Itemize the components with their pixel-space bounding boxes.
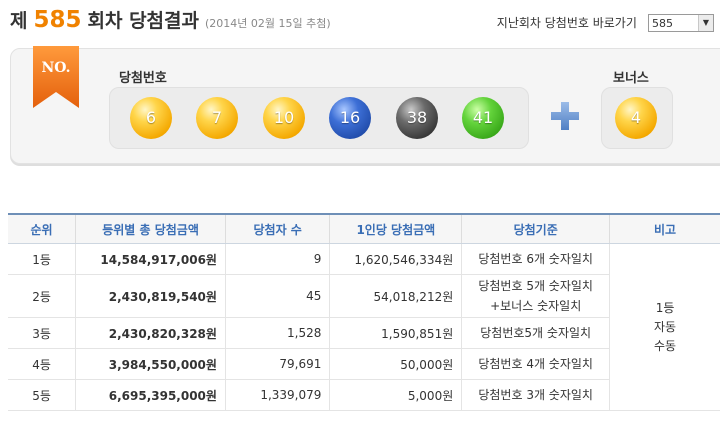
rank-cell: 2등 [8,274,76,318]
header-total: 등위별 총 당첨금액 [75,213,226,244]
criteria-cell: 당첨번호 6개 숫자일치 [461,243,610,275]
criteria-cell: 당첨번호 3개 숫자일치 [461,379,610,411]
round-jump-label: 지난회차 당첨번호 바로가기 [496,16,637,30]
rank-cell: 3등 [8,317,76,349]
table-row: 1등 14,584,917,006원 9 1,620,546,334원 당첨번호… [8,243,720,411]
bonus-label: 보너스 [613,71,649,86]
header-criteria: 당첨기준 [461,213,610,244]
winner-count-cell: 1,528 [224,317,330,349]
bonus-ball-box: 4 [601,87,673,149]
criteria-cell: 당첨번호 5개 숫자일치 +보너스 숫자일치 [461,274,610,318]
header-per-winner: 1인당 당첨금액 [329,213,462,244]
per-winner-cell: 50,000원 [329,348,462,380]
round-select-value: 585 [652,16,673,30]
winner-count-cell: 45 [224,274,330,318]
bookmark-ribbon-icon: NO. [33,46,79,108]
round-jump: 지난회차 당첨번호 바로가기 585 ▼ [497,12,714,32]
ball-3: 10 [263,97,305,139]
winner-count-cell: 1,339,079 [224,379,330,411]
note-line: 1등 [655,300,675,315]
ball-2: 7 [196,97,238,139]
ball-5: 38 [396,97,438,139]
ribbon-label: NO. [41,60,70,76]
draw-date: (2014년 02월 15일 추첨) [205,17,331,30]
per-winner-cell: 1,590,851원 [329,317,462,349]
criteria-cell: 당첨번호 4개 숫자일치 [461,348,610,380]
per-winner-cell: 5,000원 [329,379,462,411]
rank-cell: 4등 [8,348,76,380]
per-winner-cell: 1,620,546,334원 [329,243,462,275]
criteria-cell: 당첨번호5개 숫자일치 [461,317,610,349]
table-header-row: 순위 등위별 총 당첨금액 당첨자 수 1인당 당첨금액 당첨기준 비고 [8,213,720,244]
title-suffix: 회차 당첨결과 [87,10,200,32]
bonus-ball: 4 [615,97,657,139]
ball-4: 16 [329,97,371,139]
round-number: 585 [33,7,82,33]
winning-balls: 6 7 10 16 38 41 [109,87,529,149]
total-prize-cell: 6,695,395,000원 [75,379,226,411]
title-bar: 제 585 회차 당첨결과 (2014년 02월 15일 추첨) 지난회차 당첨번호 … [0,0,720,44]
per-winner-cell: 54,018,212원 [329,274,462,318]
chevron-down-icon[interactable]: ▼ [698,14,713,31]
rank-cell: 5등 [8,379,76,411]
total-prize-cell: 3,984,550,000원 [75,348,226,380]
prize-table: 순위 등위별 총 당첨금액 당첨자 수 1인당 당첨금액 당첨기준 비고 1등 … [8,213,720,411]
criteria-line: +보너스 숫자일치 [490,299,582,313]
winning-numbers-label: 당첨번호 [119,71,167,86]
total-prize-cell: 14,584,917,006원 [75,243,226,275]
total-prize-cell: 2,430,819,540원 [75,274,226,318]
criteria-line: 당첨번호 5개 숫자일치 [478,279,593,293]
ball-6: 41 [462,97,504,139]
page-title: 제 585 회차 당첨결과 (2014년 02월 15일 추첨) [10,6,331,33]
rank-cell: 1등 [8,243,76,275]
plus-icon [551,102,579,130]
winning-numbers-panel: NO. 당첨번호 보너스 6 7 10 16 38 41 4 [10,46,720,164]
total-prize-cell: 2,430,820,328원 [75,317,226,349]
header-rank: 순위 [8,213,76,244]
note-cell: 1등 자동 수동 [609,243,720,411]
winner-count-cell: 79,691 [224,348,330,380]
round-select[interactable]: 585 ▼ [648,13,714,32]
note-line: 자동 [653,319,677,334]
header-note: 비고 [609,213,720,244]
ball-1: 6 [130,97,172,139]
winner-count-cell: 9 [224,243,330,275]
note-line: 수동 [653,338,677,353]
title-prefix: 제 [10,10,28,32]
header-winners: 당첨자 수 [224,213,330,244]
